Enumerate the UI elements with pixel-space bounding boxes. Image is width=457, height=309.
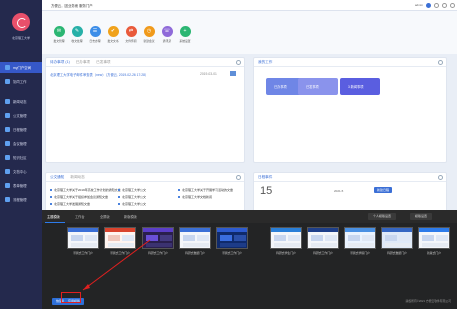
annotation-highlight-box	[61, 292, 81, 303]
annotation-arrow	[82, 239, 151, 291]
